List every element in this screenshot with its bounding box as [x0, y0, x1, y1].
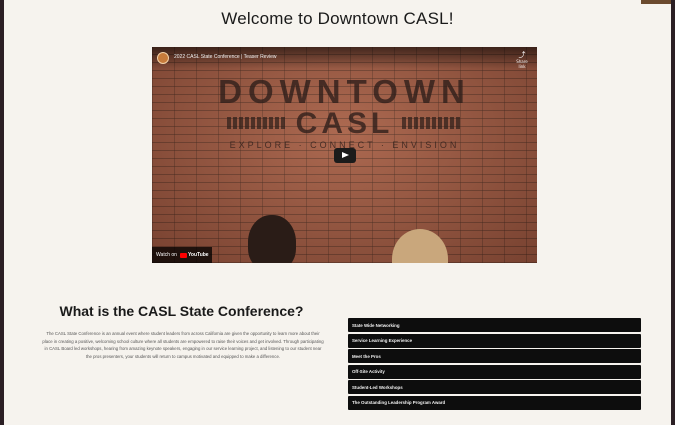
- menu-item-networking[interactable]: State Wide Networking: [348, 318, 641, 332]
- video-brand-text: DOWNTOWN CASL EXPLORE · CONNECT · ENVISI…: [152, 75, 537, 151]
- share-label: Share link: [516, 59, 528, 69]
- video-topbar: 2022 CASL State Conference | Teaser Revi…: [152, 47, 537, 69]
- share-icon: ⤴: [518, 51, 526, 59]
- menu-item-meet-the-pros[interactable]: Meet the Pros: [348, 349, 641, 363]
- video-title[interactable]: 2022 CASL State Conference | Teaser Revi…: [174, 54, 276, 60]
- share-button[interactable]: ⤴ Share link: [515, 51, 529, 69]
- channel-avatar-icon[interactable]: [157, 52, 169, 64]
- top-accent: [641, 0, 671, 4]
- menu-item-off-site-activity[interactable]: Off-Site Activity: [348, 364, 641, 379]
- about-body: The CASL State Conference is an annual e…: [42, 331, 324, 359]
- about-heading: What is the CASL State Conference?: [59, 303, 304, 319]
- youtube-logo-icon: YouTube: [179, 252, 209, 258]
- play-button[interactable]: [334, 148, 356, 163]
- menu-item-service-learning[interactable]: Service Learning Experience: [348, 333, 641, 348]
- skyline-left: [227, 117, 287, 129]
- video-player[interactable]: DOWNTOWN CASL EXPLORE · CONNECT · ENVISI…: [152, 47, 537, 263]
- page: Welcome to Downtown CASL! DOWNTOWN CASL …: [4, 0, 671, 425]
- person-figure: [220, 215, 330, 263]
- feature-menu: State Wide Networking Service Learning E…: [348, 318, 641, 411]
- skyline-right: [402, 117, 462, 129]
- menu-item-leadership-award[interactable]: The Outstanding Leadership Program Award: [348, 395, 641, 410]
- brand-line-downtown: DOWNTOWN: [218, 73, 471, 110]
- brand-line-casl: CASL: [295, 107, 394, 140]
- page-title: Welcome to Downtown CASL!: [221, 9, 454, 28]
- watch-on-youtube-button[interactable]: Watch on YouTube: [152, 247, 212, 263]
- watch-on-label: Watch on: [156, 252, 177, 258]
- menu-item-workshops[interactable]: Student-Led Workshops: [348, 380, 641, 394]
